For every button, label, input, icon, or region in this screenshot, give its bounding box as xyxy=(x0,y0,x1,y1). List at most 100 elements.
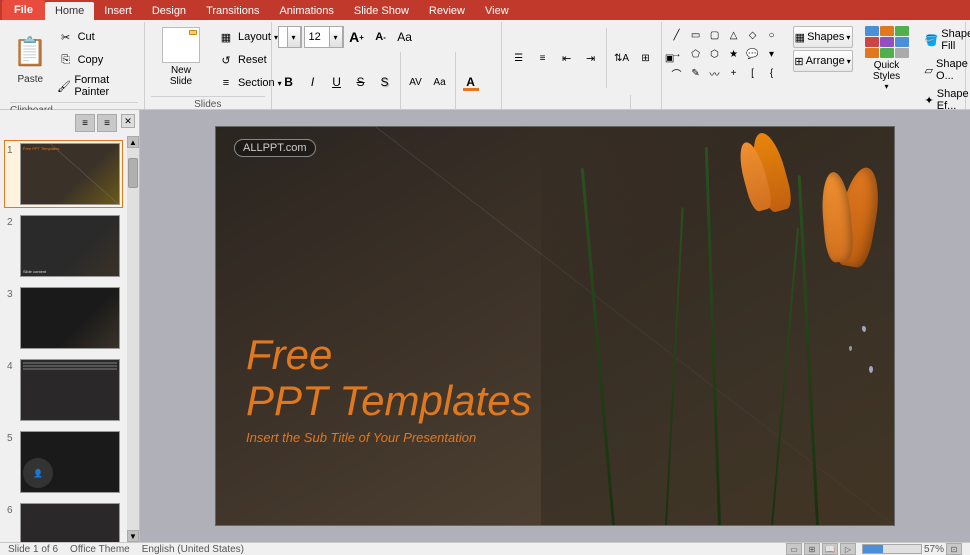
bracket-shape[interactable]: [ xyxy=(744,64,762,82)
slide-thumb-1[interactable]: 1 Free PPT Templates xyxy=(4,140,123,208)
tab-file[interactable]: File xyxy=(2,0,45,20)
text-direction-button[interactable]: ⇅A xyxy=(611,47,633,69)
slide-panel-scrollbar[interactable]: ▲ ▼ xyxy=(127,136,139,542)
tab-slideshow[interactable]: Slide Show xyxy=(344,2,419,20)
scribble-shape[interactable]: 〰 xyxy=(706,64,724,82)
arrange-button[interactable]: ⊞ Arrange ▾ xyxy=(793,50,853,72)
freeform-shape[interactable]: ✎ xyxy=(687,64,705,82)
font-name-arrow[interactable]: ▾ xyxy=(287,26,301,48)
plus-shape[interactable]: + xyxy=(725,64,743,82)
outline-tab[interactable]: ≡ xyxy=(97,114,117,132)
scrollbar-track[interactable] xyxy=(127,148,139,530)
text-shadow-button[interactable]: S xyxy=(374,71,396,93)
slideshow-button[interactable]: ▷ xyxy=(840,543,856,555)
clear-format-button[interactable]: Aa xyxy=(394,26,416,48)
slide-title[interactable]: Free PPT Templates xyxy=(246,332,532,424)
tab-view[interactable]: View xyxy=(475,2,519,20)
slide-thumb-2[interactable]: 2 Slide content xyxy=(4,212,123,280)
brace-shape[interactable]: { xyxy=(763,64,781,82)
slide-preview-1: Free PPT Templates xyxy=(20,143,120,205)
font-size-input[interactable]: 12 xyxy=(305,31,329,43)
format-painter-button[interactable]: 🖌 Format Painter xyxy=(53,72,138,100)
slides-group: NewSlide ▦ Layout ▾ ↺ Reset ≡ xyxy=(145,22,272,109)
slide-thumb-4[interactable]: 4 xyxy=(4,356,123,424)
slides-tab[interactable]: ≡ xyxy=(75,114,95,132)
strikethrough-button[interactable]: S xyxy=(350,71,372,93)
cut-icon: ✂ xyxy=(57,28,75,46)
font-color-button[interactable]: A xyxy=(460,71,482,93)
tab-transitions[interactable]: Transitions xyxy=(196,2,269,20)
cut-button[interactable]: ✂ Cut xyxy=(53,26,138,48)
theme-name: Office Theme xyxy=(70,544,130,555)
slide-preview-6 xyxy=(20,503,120,542)
callout-shape[interactable]: 💬 xyxy=(744,45,762,63)
main-slide[interactable]: ALLPPT.com Free PPT Templates Insert the… xyxy=(215,126,895,526)
hexagon-shape[interactable]: ⬡ xyxy=(706,45,724,63)
slide-panel: ≡ ≡ ✕ 1 Free PPT Templates xyxy=(0,110,140,542)
shrink-font-button[interactable]: A- xyxy=(370,26,392,48)
scroll-up-button[interactable]: ▲ xyxy=(127,136,139,148)
font-group: ▾ 12 ▾ A+ A- Aa B I U S S xyxy=(272,22,502,109)
scrollbar-thumb[interactable] xyxy=(128,158,138,188)
slide-preview-4 xyxy=(20,359,120,421)
new-slide-button[interactable]: NewSlide xyxy=(151,24,211,90)
pentagon-shape[interactable]: ⬠ xyxy=(687,45,705,63)
bold-button[interactable]: B xyxy=(278,71,300,93)
scroll-down-button[interactable]: ▼ xyxy=(127,530,139,542)
numbered-list-button[interactable]: ≡ xyxy=(532,47,554,69)
decrease-indent-button[interactable]: ⇤ xyxy=(556,47,578,69)
shape-fill-button[interactable]: 🪣 Shape Fill ▾ xyxy=(921,26,970,54)
tab-review[interactable]: Review xyxy=(419,2,475,20)
tab-design[interactable]: Design xyxy=(142,2,196,20)
arrow-shape[interactable]: → xyxy=(668,45,686,63)
slide-thumb-3[interactable]: 3 xyxy=(4,284,123,352)
fit-window-button[interactable]: ⊡ xyxy=(946,543,962,555)
triangle-shape[interactable]: △ xyxy=(725,26,743,44)
shape-fill-icon: 🪣 xyxy=(925,34,939,47)
tab-insert[interactable]: Insert xyxy=(94,2,142,20)
zoom-level: 57% xyxy=(924,544,944,555)
copy-icon: ⎘ xyxy=(57,51,75,69)
curve-shape[interactable]: ⌒ xyxy=(668,64,686,82)
grow-font-button[interactable]: A+ xyxy=(346,26,368,48)
zoom-slider[interactable] xyxy=(862,544,922,554)
text-align-button[interactable]: ⊞ xyxy=(635,47,657,69)
change-case-button[interactable]: Aa xyxy=(429,71,451,93)
char-spacing-button[interactable]: AV xyxy=(405,71,427,93)
shape-outline-button[interactable]: ▱ Shape O... ▾ xyxy=(921,56,970,84)
slide-sorter-button[interactable]: ⊞ xyxy=(804,543,820,555)
more-shapes[interactable]: ▾ xyxy=(763,45,781,63)
copy-button[interactable]: ⎘ Copy xyxy=(53,49,138,71)
slide-thumb-5[interactable]: 5 👤 xyxy=(4,428,123,496)
increase-indent-button[interactable]: ⇥ xyxy=(580,47,602,69)
flower-area xyxy=(541,127,894,525)
reading-view-button[interactable]: 📖 xyxy=(822,543,838,555)
panel-close-button[interactable]: ✕ xyxy=(121,114,135,128)
rounded-rect-shape[interactable]: ▢ xyxy=(706,26,724,44)
diamond-shape[interactable]: ◇ xyxy=(744,26,762,44)
tab-home[interactable]: Home xyxy=(45,2,94,20)
slide-thumb-6[interactable]: 6 xyxy=(4,500,123,542)
normal-view-button[interactable]: ▭ xyxy=(786,543,802,555)
line-shape[interactable]: ╱ xyxy=(668,26,686,44)
font-size-arrow[interactable]: ▾ xyxy=(329,26,343,48)
clipboard-group: 📋 Paste ✂ Cut ⎘ Copy 🖌 Format Painter xyxy=(4,22,145,109)
oval-shape[interactable]: ○ xyxy=(763,26,781,44)
paste-button[interactable]: 📋 Paste xyxy=(10,24,51,90)
italic-button[interactable]: I xyxy=(302,71,324,93)
shapes-button[interactable]: ▦ Shapes ▾ xyxy=(793,26,853,48)
quick-styles-button[interactable]: QuickStyles ▾ xyxy=(865,26,909,91)
quick-styles-grid xyxy=(865,26,909,58)
underline-button[interactable]: U xyxy=(326,71,348,93)
slide-count: Slide 1 of 6 xyxy=(8,544,58,555)
tab-animations[interactable]: Animations xyxy=(269,2,343,20)
paste-label: Paste xyxy=(18,74,44,85)
quick-styles-label: QuickStyles xyxy=(873,60,900,82)
format-painter-icon: 🖌 xyxy=(57,77,72,95)
section-icon: ≡ xyxy=(217,74,235,92)
star-shape[interactable]: ★ xyxy=(725,45,743,63)
bullet-list-button[interactable]: ☰ xyxy=(508,47,530,69)
rect-shape[interactable]: ▭ xyxy=(687,26,705,44)
slide-subtitle[interactable]: Insert the Sub Title of Your Presentatio… xyxy=(246,430,532,445)
language: English (United States) xyxy=(142,544,244,555)
